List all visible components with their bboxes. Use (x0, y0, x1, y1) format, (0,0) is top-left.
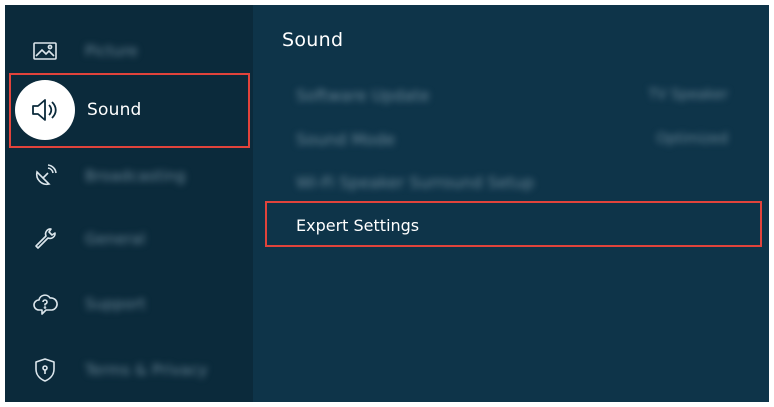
wrench-icon (24, 218, 66, 260)
menu-item-broadcasting[interactable]: Broadcasting (5, 148, 253, 204)
menu-item-label: General (85, 230, 146, 248)
row-value: TV Speaker (648, 87, 728, 103)
row-label: Wi-Fi Speaker Surround Setup (296, 172, 535, 192)
row-label: Software Update (296, 85, 430, 105)
settings-row-wifi-speaker-setup[interactable]: Wi-Fi Speaker Surround Setup (282, 162, 742, 202)
cloud-help-icon (24, 283, 66, 325)
settings-row-sound-mode[interactable]: Sound Mode Optimized (282, 119, 742, 159)
satellite-dish-icon (24, 155, 66, 197)
menu-item-terms-privacy[interactable]: Terms & Privacy (5, 342, 253, 398)
settings-row-software-update[interactable]: Software Update TV Speaker (282, 75, 742, 115)
row-value: Optimized (656, 131, 728, 147)
menu-item-label: Picture (85, 42, 138, 60)
expert-settings-focus-highlight (265, 201, 762, 247)
menu-item-support[interactable]: Support (5, 276, 253, 332)
menu-item-label: Support (85, 295, 146, 313)
panel-title: Sound (282, 29, 344, 51)
menu-item-picture[interactable]: Picture (5, 23, 253, 79)
row-label: Sound Mode (296, 129, 396, 149)
menu-item-label: Terms & Privacy (85, 361, 208, 379)
tv-settings-screen: Picture Sound Broadcasting General Suppo… (5, 5, 769, 402)
shield-icon (24, 349, 66, 391)
sound-focus-highlight (9, 73, 250, 148)
menu-item-label: Broadcasting (85, 167, 186, 185)
picture-icon (24, 30, 66, 72)
settings-menu: Picture Sound Broadcasting General Suppo… (5, 5, 253, 402)
menu-item-general[interactable]: General (5, 211, 253, 267)
